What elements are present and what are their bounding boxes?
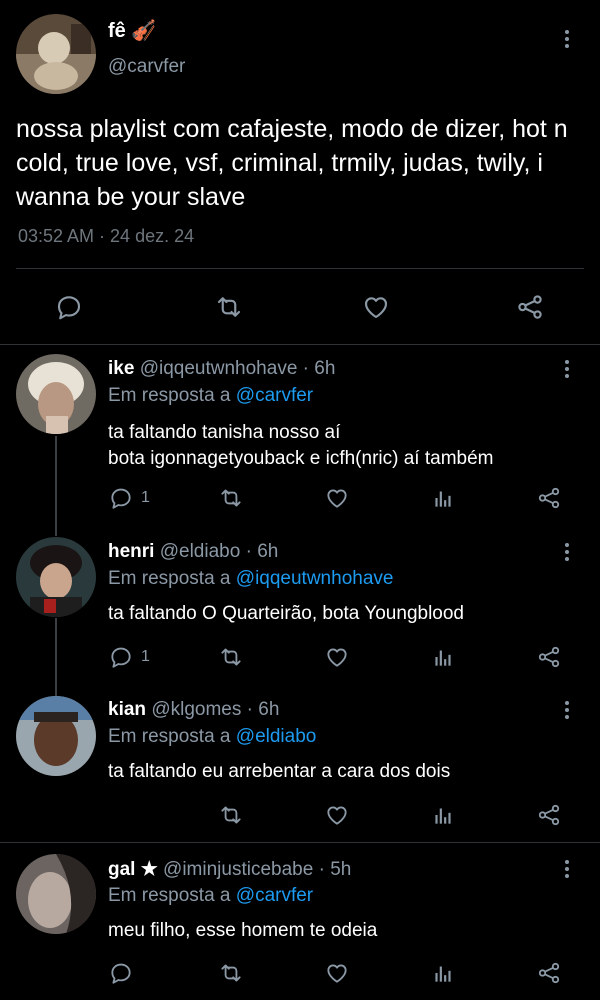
replying-to-mention[interactable]: @carvfer: [236, 385, 313, 406]
replying-to: Em resposta a @carvfer: [108, 885, 313, 907]
replying-to-mention[interactable]: @eldiabo: [236, 726, 317, 747]
reply-text-line: meu filho, esse homem te odeia: [108, 920, 378, 941]
reply-text: ta faltando tanisha nosso aí bota igonna…: [108, 420, 494, 472]
retweet-icon[interactable]: [216, 483, 246, 513]
reply-author-name[interactable]: kian: [108, 699, 146, 720]
reply-avatar[interactable]: [16, 354, 96, 434]
reply-author-name[interactable]: henri: [108, 541, 154, 562]
more-options-icon[interactable]: [560, 860, 574, 878]
reply-header[interactable]: henri @eldiabo · 6h: [108, 541, 278, 563]
reply-icon[interactable]: [106, 958, 136, 988]
thread-line: [55, 618, 57, 696]
reply-text: ta faltando eu arrebentar a cara dos doi…: [108, 759, 450, 785]
analytics-icon[interactable]: [428, 483, 458, 513]
reply-text: meu filho, esse homem te odeia: [108, 918, 377, 944]
analytics-icon[interactable]: [428, 800, 458, 830]
reply-handle[interactable]: @klgomes: [151, 699, 241, 720]
like-icon[interactable]: [322, 958, 352, 988]
reply-avatar[interactable]: [16, 537, 96, 617]
tweet-text: nossa playlist com cafajeste, modo de di…: [16, 115, 568, 211]
replying-to-mention[interactable]: @carvfer: [236, 885, 313, 906]
reply-time: 6h: [257, 541, 279, 562]
divider: [0, 344, 600, 345]
reply-time: 6h: [314, 358, 336, 379]
more-options-icon[interactable]: [560, 360, 574, 378]
more-options-icon[interactable]: [560, 30, 574, 48]
replying-to: Em resposta a @eldiabo: [108, 726, 316, 748]
reply-icon[interactable]: [106, 642, 136, 672]
retweet-icon[interactable]: [216, 800, 246, 830]
retweet-icon[interactable]: [216, 958, 246, 988]
reply-text-line: ta faltando eu arrebentar a cara dos doi…: [108, 761, 451, 782]
thread-line: [55, 436, 57, 536]
share-icon[interactable]: [534, 642, 564, 672]
share-icon[interactable]: [515, 292, 545, 322]
replying-to-label: Em resposta a: [108, 885, 231, 906]
like-icon[interactable]: [322, 800, 352, 830]
reply-author-name[interactable]: gal ★: [108, 859, 158, 880]
reply-icon[interactable]: [106, 483, 136, 513]
reply-count: 1: [141, 489, 150, 506]
reply-author-name[interactable]: ike: [108, 358, 134, 379]
author-handle[interactable]: @carvfer: [108, 56, 185, 78]
reply-separator: ·: [297, 358, 315, 379]
author-avatar[interactable]: [16, 14, 96, 94]
reply-handle[interactable]: @iminjusticebabe: [163, 859, 313, 880]
retweet-icon[interactable]: [214, 292, 244, 322]
reply-separator: ·: [313, 859, 331, 880]
reply-separator: ·: [240, 541, 258, 562]
reply-header[interactable]: ike @iqqeutwnhohave · 6h: [108, 358, 335, 380]
reply-text: ta faltando O Quarteirão, bota Youngbloo…: [108, 601, 464, 627]
replying-to-label: Em resposta a: [108, 568, 231, 589]
reply-icon[interactable]: [54, 292, 84, 322]
analytics-icon[interactable]: [428, 958, 458, 988]
reply-header[interactable]: gal ★ @iminjusticebabe · 5h: [108, 858, 351, 881]
reply-count: 1: [141, 648, 150, 665]
reply-header[interactable]: kian @klgomes · 6h: [108, 699, 279, 721]
reply-separator: ·: [241, 699, 259, 720]
reply-text-line: bota igonnagetyouback e icfh(nric) aí ta…: [108, 448, 494, 469]
reply-avatar[interactable]: [16, 696, 96, 776]
reply-time: 6h: [258, 699, 280, 720]
like-icon[interactable]: [322, 483, 352, 513]
divider: [16, 268, 584, 269]
replying-to: Em resposta a @iqqeutwnhohave: [108, 568, 393, 590]
tweet-timestamp: 03:52 AM · 24 dez. 24: [18, 226, 195, 246]
more-options-icon[interactable]: [560, 701, 574, 719]
share-icon[interactable]: [534, 958, 564, 988]
reply-text-line: ta faltando O Quarteirão, bota Youngbloo…: [108, 603, 464, 624]
reply-text-line: ta faltando tanisha nosso aí: [108, 422, 341, 443]
like-icon[interactable]: [361, 292, 391, 322]
analytics-icon[interactable]: [428, 642, 458, 672]
reply-handle[interactable]: @iqqeutwnhohave: [140, 358, 298, 379]
retweet-icon[interactable]: [216, 642, 246, 672]
reply-time: 5h: [330, 859, 352, 880]
divider: [0, 842, 600, 843]
author-name[interactable]: fê 🎻: [108, 18, 156, 43]
replying-to-label: Em resposta a: [108, 726, 231, 747]
more-options-icon[interactable]: [560, 543, 574, 561]
reply-handle[interactable]: @eldiabo: [160, 541, 241, 562]
share-icon[interactable]: [534, 800, 564, 830]
share-icon[interactable]: [534, 483, 564, 513]
replying-to-label: Em resposta a: [108, 385, 231, 406]
reply-avatar[interactable]: [16, 854, 96, 934]
like-icon[interactable]: [322, 642, 352, 672]
replying-to-mention[interactable]: @iqqeutwnhohave: [236, 568, 394, 589]
replying-to: Em resposta a @carvfer: [108, 385, 313, 407]
